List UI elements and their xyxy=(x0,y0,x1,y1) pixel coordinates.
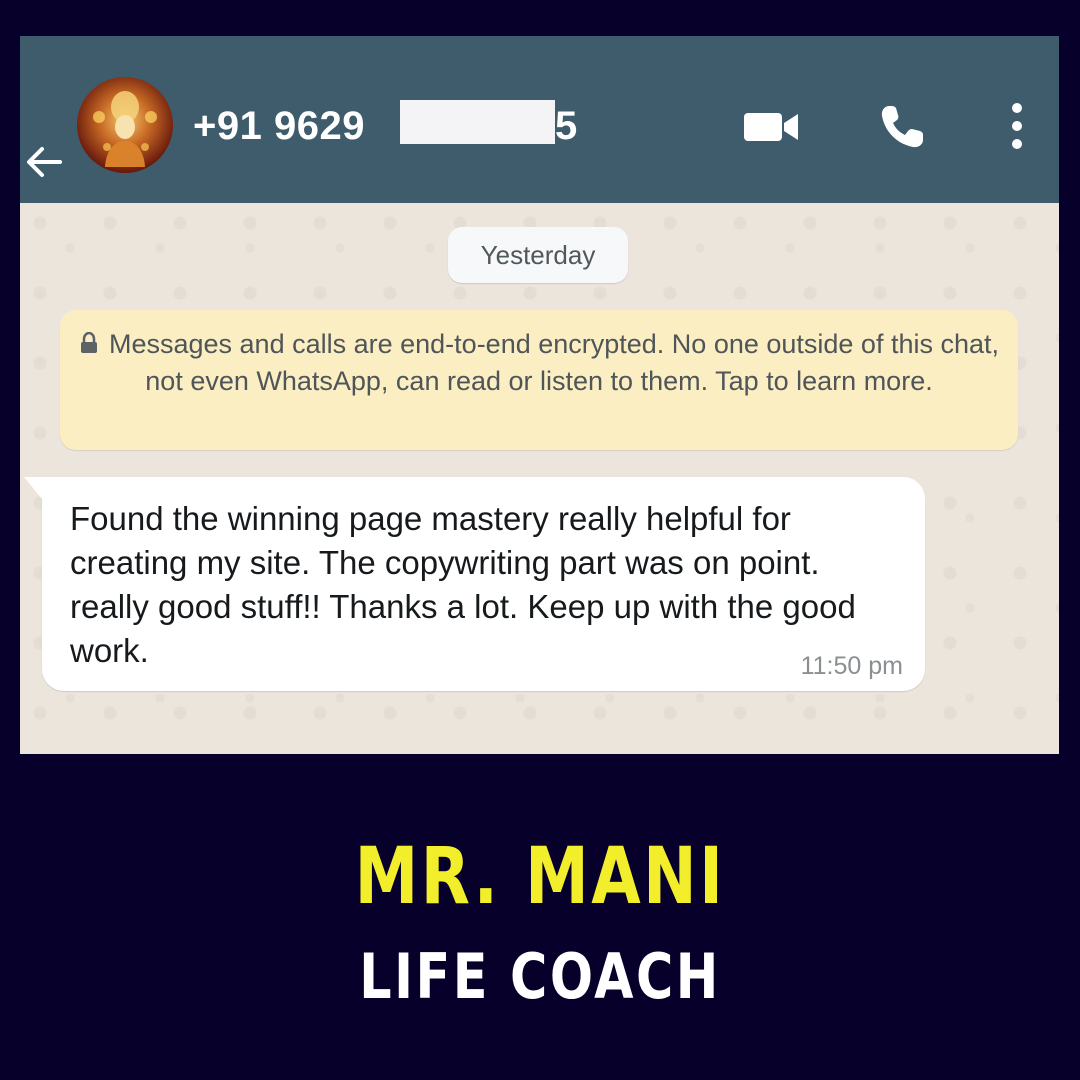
bubble-tail xyxy=(24,477,42,499)
redaction-box xyxy=(400,100,555,144)
contact-phone-number[interactable]: +91 9629 xyxy=(193,104,365,148)
phone-call-icon[interactable] xyxy=(877,102,927,152)
lock-icon xyxy=(80,332,97,353)
more-options-icon[interactable] xyxy=(1007,102,1027,150)
whatsapp-screenshot: +91 9629 5 Yesterday Messages and calls … xyxy=(20,36,1059,754)
encryption-notice[interactable]: Messages and calls are end-to-end encryp… xyxy=(60,310,1018,450)
back-arrow-icon[interactable] xyxy=(22,140,66,184)
testimonial-name: MR. MANI xyxy=(354,832,726,922)
encryption-notice-text: Messages and calls are end-to-end encryp… xyxy=(108,329,1000,396)
message-timestamp: 11:50 pm xyxy=(800,652,903,680)
testimonial-role: LIFE COACH xyxy=(359,940,721,1013)
contact-phone-suffix: 5 xyxy=(555,104,578,148)
date-separator: Yesterday xyxy=(448,227,628,283)
message-text: Found the winning page mastery really he… xyxy=(70,500,856,669)
incoming-message-bubble[interactable]: Found the winning page mastery really he… xyxy=(24,477,925,691)
chat-header: +91 9629 5 xyxy=(20,36,1059,203)
video-call-icon[interactable] xyxy=(742,107,800,147)
avatar[interactable] xyxy=(77,77,173,173)
